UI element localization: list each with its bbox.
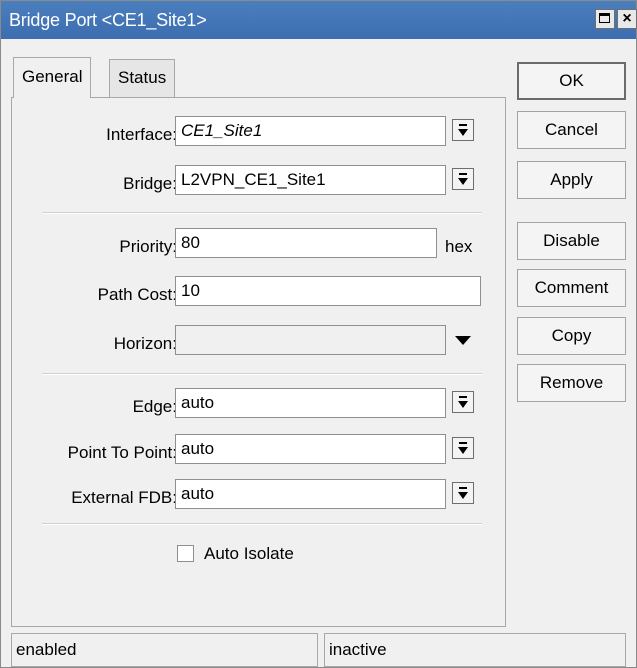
priority-unit: hex bbox=[445, 237, 473, 256]
auto-isolate-checkbox[interactable] bbox=[177, 545, 194, 562]
priority-label: Priority: bbox=[119, 237, 177, 256]
edge-label: Edge: bbox=[132, 397, 177, 416]
interface-label: Interface: bbox=[106, 125, 177, 144]
path-cost-field[interactable]: 10 bbox=[175, 276, 481, 306]
ok-button[interactable]: OK bbox=[517, 62, 626, 100]
maximize-icon[interactable] bbox=[595, 9, 615, 29]
separator bbox=[42, 373, 482, 375]
cancel-button[interactable]: Cancel bbox=[517, 111, 626, 149]
disable-button[interactable]: Disable bbox=[517, 222, 626, 260]
status-running: inactive bbox=[324, 633, 626, 667]
copy-button[interactable]: Copy bbox=[517, 317, 626, 355]
path-cost-label: Path Cost: bbox=[97, 285, 177, 304]
separator bbox=[42, 523, 482, 525]
external-fdb-label: External FDB: bbox=[71, 488, 177, 507]
horizon-label: Horizon: bbox=[113, 334, 177, 353]
tab-general[interactable]: General bbox=[13, 57, 92, 98]
separator bbox=[42, 212, 482, 214]
auto-isolate-label[interactable]: Auto Isolate bbox=[204, 544, 294, 564]
remove-button[interactable]: Remove bbox=[517, 364, 626, 402]
interface-dropdown-icon[interactable] bbox=[452, 119, 474, 141]
general-panel: Interface: CE1_Site1 Bridge: L2VPN_CE1_S… bbox=[11, 97, 506, 627]
horizon-field[interactable] bbox=[175, 325, 446, 355]
window-title: Bridge Port <CE1_Site1> bbox=[9, 10, 207, 30]
bridge-label: Bridge: bbox=[123, 174, 177, 193]
title-bar[interactable]: Bridge Port <CE1_Site1> × bbox=[1, 1, 637, 39]
close-icon[interactable]: × bbox=[617, 9, 637, 29]
external-fdb-field[interactable]: auto bbox=[175, 479, 446, 509]
point-to-point-label: Point To Point: bbox=[67, 443, 177, 462]
interface-field[interactable]: CE1_Site1 bbox=[175, 116, 446, 146]
status-enabled: enabled bbox=[11, 633, 318, 667]
tab-status[interactable]: Status bbox=[109, 59, 176, 97]
external-fdb-dropdown-icon[interactable] bbox=[452, 482, 474, 504]
comment-button[interactable]: Comment bbox=[517, 269, 626, 307]
bridge-port-window: Bridge Port <CE1_Site1> × General Status… bbox=[0, 0, 637, 668]
apply-button[interactable]: Apply bbox=[517, 161, 626, 199]
edge-field[interactable]: auto bbox=[175, 388, 446, 418]
horizon-dropdown-icon[interactable] bbox=[455, 336, 471, 345]
edge-dropdown-icon[interactable] bbox=[452, 391, 474, 413]
point-to-point-field[interactable]: auto bbox=[175, 434, 446, 464]
point-to-point-dropdown-icon[interactable] bbox=[452, 437, 474, 459]
bridge-dropdown-icon[interactable] bbox=[452, 168, 474, 190]
bridge-field[interactable]: L2VPN_CE1_Site1 bbox=[175, 165, 446, 195]
priority-field[interactable]: 80 bbox=[175, 228, 437, 258]
